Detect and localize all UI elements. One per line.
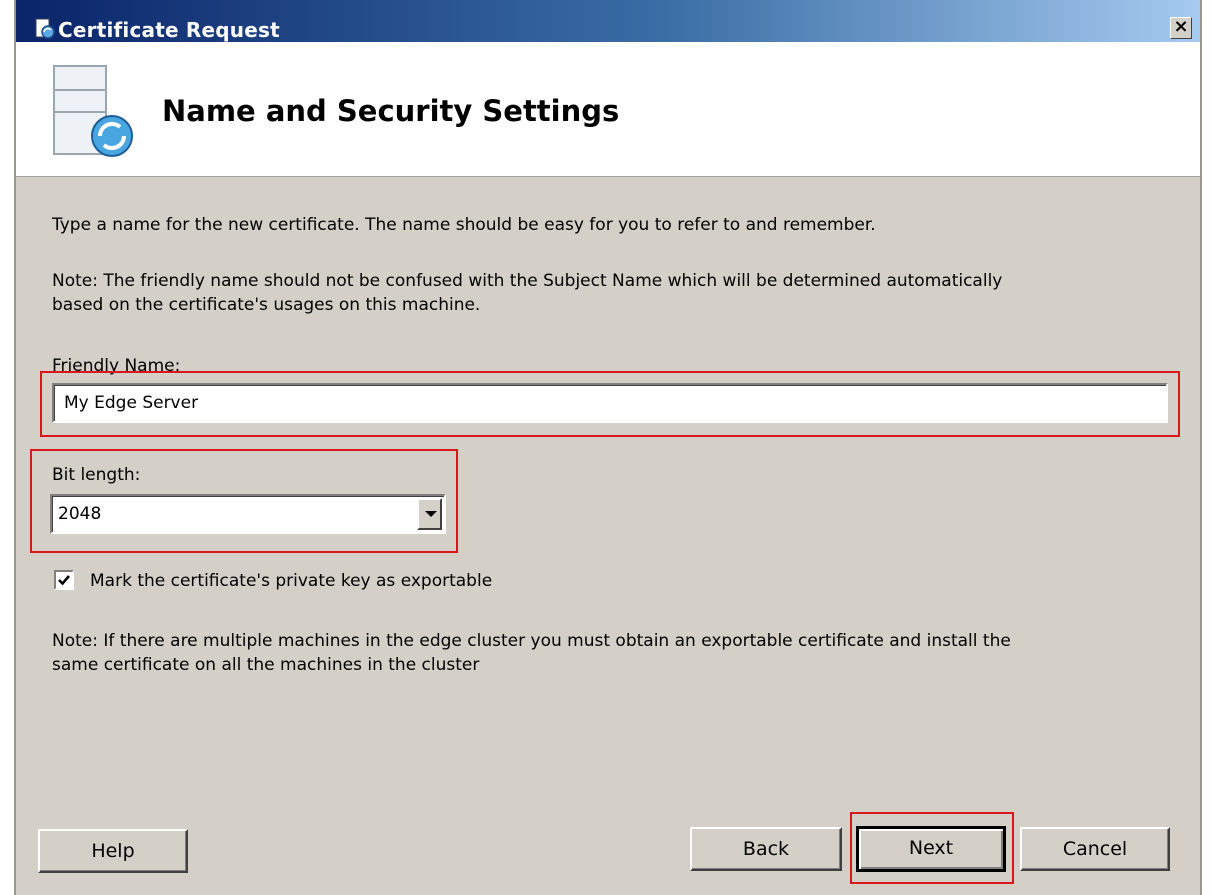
- checkmark-icon: [58, 575, 70, 586]
- bit-length-label: Bit length:: [52, 465, 141, 485]
- back-button[interactable]: Back: [690, 827, 842, 871]
- friendly-name-input[interactable]: My Edge Server: [52, 383, 1168, 423]
- title-bar[interactable]: Certificate Request ×: [16, 0, 1200, 42]
- note-cluster-line2: same certificate on all the machines in …: [52, 655, 480, 675]
- note-friendly-name-line2: based on the certificate's usages on thi…: [52, 295, 481, 315]
- next-button[interactable]: Next: [856, 826, 1006, 872]
- page-title: Name and Security Settings: [162, 94, 620, 128]
- certificate-app-icon: [35, 18, 55, 39]
- exportable-checkbox[interactable]: [54, 570, 74, 590]
- cancel-button[interactable]: Cancel: [1020, 827, 1170, 871]
- chevron-down-icon[interactable]: [417, 498, 442, 530]
- server-sync-icon: [53, 65, 133, 157]
- intro-text: Type a name for the new certificate. The…: [52, 215, 876, 235]
- close-icon: ×: [1173, 16, 1189, 37]
- window-title: Certificate Request: [58, 18, 280, 42]
- exportable-label[interactable]: Mark the certificate's private key as ex…: [90, 570, 492, 593]
- note-cluster-line1: Note: If there are multiple machines in …: [52, 631, 1011, 651]
- friendly-name-value: My Edge Server: [64, 393, 199, 413]
- bit-length-value: 2048: [58, 504, 102, 524]
- certificate-request-dialog: Certificate Request × Name and Security …: [14, 0, 1202, 895]
- bit-length-select[interactable]: 2048: [50, 494, 446, 534]
- note-friendly-name-line1: Note: The friendly name should not be co…: [52, 271, 1003, 291]
- help-button[interactable]: Help: [38, 829, 188, 873]
- wizard-header: Name and Security Settings: [16, 42, 1200, 177]
- close-button[interactable]: ×: [1170, 17, 1192, 39]
